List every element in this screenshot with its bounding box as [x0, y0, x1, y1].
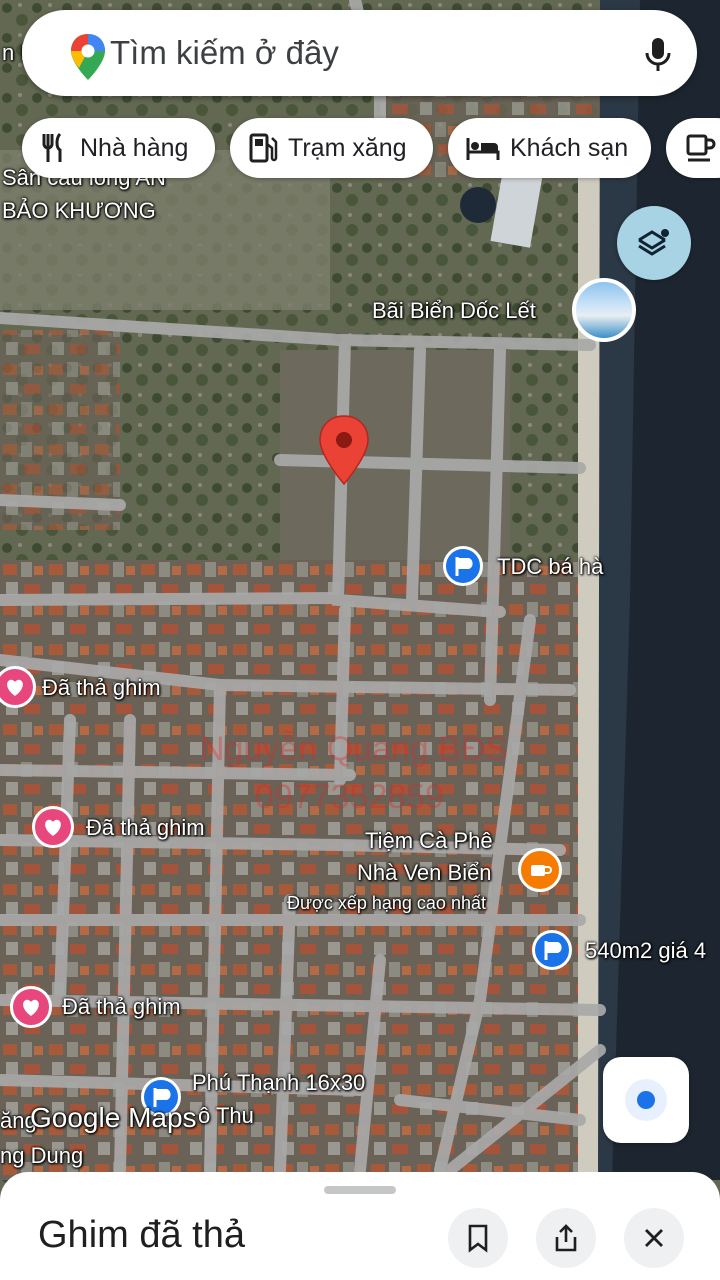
bottom-sheet[interactable]: Ghim đã thả [0, 1172, 720, 1280]
beach-photo-pin[interactable] [572, 278, 636, 342]
sheet-drag-handle[interactable] [324, 1186, 396, 1194]
layers-icon [638, 229, 669, 256]
layers-button[interactable] [617, 206, 691, 280]
save-button[interactable] [448, 1208, 508, 1268]
map-label-bai-bien[interactable]: Bãi Biển Dốc Lết [372, 298, 536, 324]
chip-hotels[interactable]: Khách sạn [448, 118, 651, 178]
map-label-xep-hang: Được xếp hạng cao nhất [287, 893, 486, 913]
map-label-phu-thanh[interactable]: Phú Thạnh 16x30 [192, 1070, 365, 1096]
map-label-ng-dung: ng Dung [0, 1143, 84, 1168]
coffee-cup-icon [686, 134, 716, 162]
watermark-name: Nguyễn Quang BĐS [200, 730, 509, 768]
my-location-icon [625, 1079, 667, 1121]
close-button[interactable] [624, 1208, 684, 1268]
share-button[interactable] [536, 1208, 596, 1268]
parking-flag-icon[interactable] [443, 546, 483, 586]
parking-flag-icon[interactable] [532, 930, 572, 970]
bookmark-icon [468, 1224, 488, 1253]
share-icon [555, 1224, 577, 1252]
chip-restaurants[interactable]: Nhà hàng [22, 118, 215, 178]
map-label-tiem-ca-phe[interactable]: Tiệm Cà Phê [365, 828, 493, 854]
maps-pin-logo-icon [71, 34, 105, 80]
map-label-thu[interactable]: ô Thu [198, 1103, 254, 1129]
search-bar[interactable]: Tìm kiếm ở đây [22, 10, 697, 96]
map-label-pin3[interactable]: Đã thả ghim [62, 994, 181, 1020]
dropped-pin-icon[interactable] [318, 414, 370, 486]
my-location-button[interactable] [603, 1057, 689, 1143]
chip-label: Trạm xăng [288, 133, 407, 162]
chip-coffee[interactable] [666, 118, 720, 178]
heart-pin-icon[interactable] [0, 666, 36, 708]
map-label-bao-khuong[interactable]: BẢO KHƯƠNG [2, 198, 156, 224]
bed-icon [466, 138, 500, 160]
sheet-title: Ghim đã thả [38, 1214, 245, 1256]
close-icon [645, 1229, 663, 1247]
gas-station-icon [249, 133, 278, 163]
fork-knife-icon [42, 132, 62, 162]
map-label-nha-ven-bien[interactable]: Nhà Ven Biển [357, 860, 492, 886]
map-label-tdc[interactable]: TDC bá hà [497, 554, 603, 580]
chip-gas-stations[interactable]: Trạm xăng [230, 118, 433, 178]
map-label-pin2[interactable]: Đã thả ghim [86, 815, 205, 841]
google-maps-logo: Google Maps [30, 1102, 197, 1133]
heart-pin-icon[interactable] [10, 986, 52, 1028]
map-label-pin1[interactable]: Đã thả ghim [42, 675, 161, 701]
coffee-cup-icon[interactable] [518, 848, 562, 892]
microphone-icon[interactable] [638, 34, 678, 74]
chip-label: Nhà hàng [80, 133, 189, 162]
map-label-540m2[interactable]: 540m2 giá 4 [585, 938, 706, 964]
heart-pin-icon[interactable] [32, 806, 74, 848]
watermark-phone: 0977352859 [255, 778, 445, 816]
chip-label: Khách sạn [510, 133, 629, 162]
search-input[interactable]: Tìm kiếm ở đây [110, 10, 339, 96]
